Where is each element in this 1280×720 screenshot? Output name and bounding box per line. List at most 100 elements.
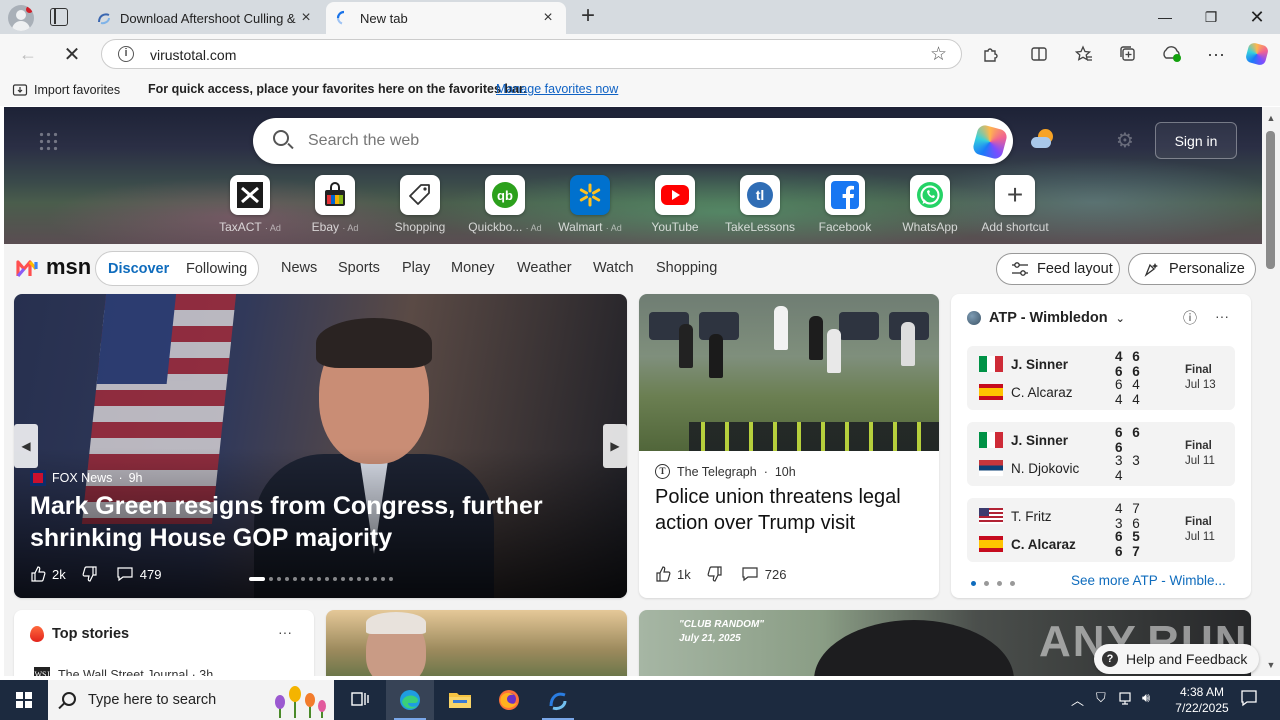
- shortcut-add[interactable]: + Add shortcut: [975, 175, 1055, 235]
- close-tab-icon[interactable]: ×: [298, 10, 314, 26]
- see-more-link[interactable]: See more ATP - Wimble...: [1071, 573, 1226, 588]
- apps-launcher-icon[interactable]: [38, 131, 58, 151]
- lead-story-card[interactable]: ◀ ▶ FOX News · 9h Mark Green resigns fro…: [14, 294, 627, 598]
- nav-sports[interactable]: Sports: [338, 260, 380, 276]
- new-tab-plus-icon[interactable]: +: [577, 4, 599, 28]
- network-icon[interactable]: [1118, 690, 1134, 709]
- feed-layout-button[interactable]: Feed layout: [996, 253, 1120, 285]
- shortcut-walmart[interactable]: Walmart · Ad: [550, 175, 630, 235]
- favorite-star-icon[interactable]: ☆: [930, 43, 947, 66]
- shortcut-quickbooks[interactable]: qb Quickbo... · Ad: [465, 175, 545, 235]
- page-settings-gear-icon[interactable]: ⚙: [1116, 131, 1136, 151]
- thumbs-down-icon[interactable]: [82, 566, 98, 582]
- copilot-icon[interactable]: [1243, 40, 1271, 68]
- more-options-icon[interactable]: ···: [278, 624, 292, 640]
- comment-icon[interactable]: [741, 566, 759, 582]
- sign-in-button[interactable]: Sign in: [1155, 122, 1237, 159]
- minimize-icon[interactable]: —: [1142, 0, 1188, 34]
- nav-play[interactable]: Play: [402, 260, 430, 276]
- shortcut-takelessons[interactable]: tl TakeLessons: [720, 175, 800, 235]
- thumbs-up-icon[interactable]: [30, 566, 46, 582]
- personalize-button[interactable]: Personalize: [1128, 253, 1256, 285]
- sports-card-header[interactable]: ATP - Wimbledon ⌄: [967, 310, 1125, 326]
- carousel-prev-icon[interactable]: ◀: [14, 424, 38, 468]
- comment-icon[interactable]: [116, 566, 134, 582]
- shortcut-whatsapp[interactable]: WhatsApp: [890, 175, 970, 235]
- show-hidden-icons-icon[interactable]: ︿: [1071, 690, 1084, 709]
- web-search-box[interactable]: Search the web: [253, 118, 1013, 164]
- weather-icon[interactable]: [1031, 129, 1055, 149]
- carousel-next-icon[interactable]: ▶: [603, 424, 627, 468]
- browser-essentials-icon[interactable]: [1158, 40, 1186, 68]
- more-options-icon[interactable]: ···: [1215, 308, 1229, 328]
- shortcut-ebay[interactable]: Ebay · Ad: [295, 175, 375, 235]
- system-clock[interactable]: 4:38 AM 7/22/2025: [1168, 684, 1236, 716]
- lead-headline[interactable]: Mark Green resigns from Congress, furthe…: [30, 490, 620, 554]
- firefox-icon[interactable]: [485, 680, 533, 720]
- nav-watch[interactable]: Watch: [593, 260, 634, 276]
- manage-favorites-link[interactable]: Manage favorites now: [496, 82, 618, 96]
- shortcut-shopping[interactable]: Shopping: [380, 175, 460, 235]
- tab-discover[interactable]: Discover: [108, 261, 169, 277]
- svg-text:qb: qb: [497, 188, 513, 203]
- nav-money[interactable]: Money: [451, 260, 495, 276]
- info-icon[interactable]: ⓘ: [1183, 308, 1197, 328]
- task-view-icon[interactable]: [336, 680, 384, 720]
- shortcut-youtube[interactable]: YouTube: [635, 175, 715, 235]
- address-bar[interactable]: i virustotal.com ☆: [101, 39, 962, 69]
- security-icon[interactable]: ⛉: [1096, 690, 1106, 706]
- close-tab-icon[interactable]: ×: [540, 10, 556, 26]
- story-source[interactable]: WSJ The Wall Street Journal · 3h: [34, 667, 213, 676]
- thumbs-down-icon[interactable]: [707, 566, 723, 582]
- tab-actions-icon[interactable]: [50, 8, 68, 26]
- stop-loading-icon[interactable]: ✕: [58, 40, 86, 68]
- favorites-icon[interactable]: [1070, 40, 1098, 68]
- nav-weather[interactable]: Weather: [517, 260, 572, 276]
- site-info-icon[interactable]: i: [118, 46, 134, 62]
- match-row[interactable]: J. Sinner 4 6 6 6 C. Alcaraz 6 4 4 4 Fin…: [967, 346, 1235, 410]
- nav-shopping[interactable]: Shopping: [656, 260, 717, 276]
- vertical-scrollbar[interactable]: ▲ ▼: [1262, 107, 1280, 676]
- scrollbar-thumb[interactable]: [1266, 131, 1275, 269]
- match-row[interactable]: T. Fritz 4 7 3 6 C. Alcaraz 6 5 6 7 Fina…: [967, 498, 1235, 562]
- back-arrow-icon[interactable]: ←: [14, 40, 42, 68]
- ad-tag: · Ad: [605, 223, 622, 233]
- player-name: T. Fritz: [1011, 508, 1052, 524]
- tab-aftershoot[interactable]: Download Aftershoot Culling & E ×: [86, 2, 324, 34]
- scroll-down-icon[interactable]: ▼: [1265, 660, 1277, 670]
- notifications-icon[interactable]: [1240, 689, 1258, 710]
- match-row[interactable]: J. Sinner 6 6 6 N. Djokovic 3 3 4 Final J…: [967, 422, 1235, 486]
- copilot-icon[interactable]: [971, 123, 1009, 161]
- taskbar-search[interactable]: Type here to search: [48, 680, 334, 720]
- tab-new-tab[interactable]: New tab ×: [326, 2, 566, 34]
- help-icon: ?: [1102, 651, 1118, 667]
- help-feedback-button[interactable]: ? Help and Feedback: [1094, 644, 1260, 674]
- import-favorites-button[interactable]: Import favorites: [12, 82, 120, 98]
- restore-icon[interactable]: ❐: [1188, 0, 1234, 34]
- italy-flag-icon: [979, 432, 1003, 448]
- collections-icon[interactable]: [1114, 40, 1142, 68]
- start-button[interactable]: [0, 680, 48, 720]
- volume-icon[interactable]: 🔊︎: [1142, 690, 1150, 706]
- edge-taskbar-icon[interactable]: [386, 680, 434, 720]
- file-explorer-icon[interactable]: [436, 680, 484, 720]
- shortcut-taxact[interactable]: TaxACT · Ad: [210, 175, 290, 235]
- close-window-icon[interactable]: ✕: [1234, 0, 1280, 34]
- settings-more-icon[interactable]: ···: [1202, 40, 1230, 68]
- msn-logo[interactable]: msn: [16, 254, 91, 280]
- shortcut-facebook[interactable]: Facebook: [805, 175, 885, 235]
- telegraph-story-card[interactable]: T The Telegraph · 10h Police union threa…: [639, 294, 939, 598]
- help-feedback-label: Help and Feedback: [1126, 651, 1248, 667]
- tab-following[interactable]: Following: [186, 261, 247, 277]
- story-image-card[interactable]: [326, 610, 627, 676]
- sports-pager[interactable]: [971, 581, 1015, 586]
- scroll-up-icon[interactable]: ▲: [1265, 113, 1277, 123]
- edge-dev-taskbar-icon[interactable]: [534, 680, 582, 720]
- thumbs-up-icon[interactable]: [655, 566, 671, 582]
- nav-news[interactable]: News: [281, 260, 317, 276]
- split-screen-icon[interactable]: [1025, 40, 1053, 68]
- extensions-icon[interactable]: [977, 40, 1005, 68]
- telegraph-headline[interactable]: Police union threatens legal action over…: [655, 484, 925, 536]
- url-text[interactable]: virustotal.com: [150, 47, 236, 63]
- profile-avatar-icon[interactable]: [8, 5, 34, 31]
